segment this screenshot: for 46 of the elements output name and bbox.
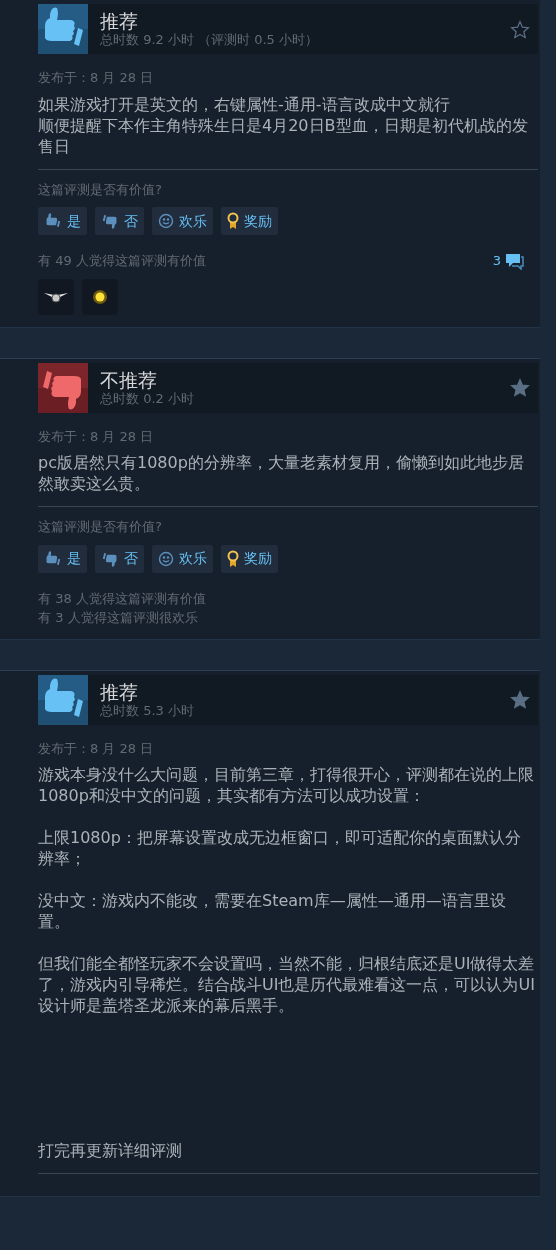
smiley-icon: [158, 550, 174, 567]
glowing-orb-icon: [92, 288, 108, 305]
playtime-text: 总时数 0.2 小时: [100, 390, 194, 407]
star-icon[interactable]: [510, 19, 530, 40]
smiley-icon: [158, 213, 174, 229]
no-button[interactable]: 否: [95, 207, 144, 235]
award-ribbon-icon: [227, 549, 239, 568]
thumbs-down-icon: [38, 362, 88, 413]
award-button[interactable]: 奖励: [221, 207, 278, 235]
posted-date: 发布于：8 月 28 日: [38, 739, 155, 758]
helpful-count: 有 3 人觉得这篇评测很欢乐: [38, 608, 199, 627]
thumbs-down-icon: [101, 212, 119, 230]
yes-button[interactable]: 是: [38, 544, 87, 573]
review-text: 打完再更新详细评测: [38, 1140, 183, 1161]
helpful-question: 这篇评测是否有价值?: [38, 518, 163, 536]
review-text: 没中文：游戏内不能改，需要在Steam库—属性—通用—语言里设置。: [38, 890, 507, 932]
verdict-title: 推荐: [100, 680, 139, 703]
no-button[interactable]: 否: [95, 544, 144, 573]
posted-date: 发布于：8 月 28 日: [38, 69, 155, 87]
speech-bubble-icon: [504, 251, 524, 270]
verdict-title: 不推荐: [100, 368, 158, 391]
review-text: 如果游戏打开是英文的，右键属性-通用-语言改成中文就行: [38, 93, 451, 115]
posted-date: 发布于：8 月 28 日: [38, 427, 155, 446]
thumbs-up-icon: [44, 212, 62, 230]
review-text: 上限1080p：把屏幕设置改成无边框窗口，即可适配你的桌面默认分辨率；: [38, 827, 522, 869]
thumbs-up-icon: [38, 4, 88, 54]
funny-button[interactable]: 欢乐: [152, 207, 213, 235]
award-button[interactable]: 奖励: [221, 544, 278, 573]
comment-count[interactable]: 3: [492, 251, 524, 271]
yes-button[interactable]: 是: [38, 207, 87, 235]
helpful-count: 有 49 人觉得这篇评测有价值: [38, 252, 206, 271]
playtime-text: 总时数 5.3 小时: [100, 702, 194, 719]
star-icon[interactable]: [510, 378, 530, 398]
helpful-question: 这篇评测是否有价值?: [38, 180, 163, 199]
thumbs-up-icon: [44, 549, 62, 568]
thumbs-up-icon: [38, 674, 88, 725]
review-text: 但我们能全都怪玩家不会设置吗，当然不能，归根结底还是UI做得太差了，游戏内引导稀烂。结合战斗UI也是历代最难看这一点，可以认为UI设计师是盖塔圣龙派来的幕后黑手。: [38, 953, 536, 1016]
review-text: pc版居然只有1080p的分辨率，大量老素材复用，偷懒到如此地步居然敢卖这么贵。: [38, 452, 525, 494]
award-ribbon-icon: [227, 212, 239, 230]
verdict-title: 推荐: [100, 10, 139, 32]
helpful-count: 有 38 人觉得这篇评测有价值: [38, 589, 206, 608]
review-text: 顺便提醒下本作主角特殊生日是4月20日B型血，日期是初代机战的发售日: [38, 114, 529, 157]
funny-button[interactable]: 欢乐: [152, 544, 213, 573]
review-text: 游戏本身没什么大问题，目前第三章，打得很开心，评测都在说的上限1080p和没中文的问题，其实都有方法可以成功设置：: [38, 764, 535, 806]
playtime-text: 总时数 9.2 小时 （评测时 0.5 小时）: [100, 32, 318, 48]
star-icon[interactable]: [510, 690, 530, 710]
